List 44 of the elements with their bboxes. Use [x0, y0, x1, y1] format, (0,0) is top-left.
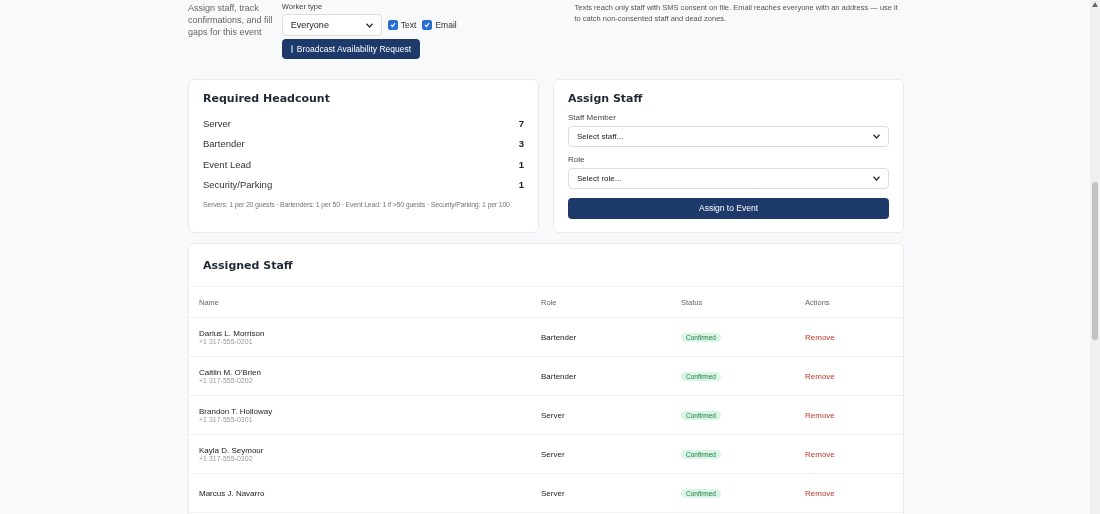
role-label: Bartender [203, 138, 245, 150]
remove-link[interactable]: Remove [805, 449, 835, 459]
remove-link[interactable]: Remove [805, 410, 835, 420]
chevron-down-icon [873, 176, 880, 181]
role-dropdown[interactable]: Select role... [568, 168, 889, 189]
staff-name: Brandon T. Holloway [199, 407, 273, 416]
headcount-value: 3 [518, 138, 524, 150]
broadcast-button[interactable]: Broadcast Availability Request [281, 39, 421, 59]
role-cell: Server [541, 449, 565, 459]
assign-button[interactable]: Assign to Event [568, 197, 889, 219]
chevron-down-icon [873, 134, 880, 139]
role-cell: Bartender [541, 371, 577, 381]
scrollbar[interactable] [1090, 0, 1100, 514]
remove-link[interactable]: Remove [805, 488, 835, 498]
headcount-value: 1 [518, 158, 524, 170]
staff-name: Darius L. Morrison [199, 329, 265, 338]
role-cell: Bartender [541, 332, 577, 342]
staff-name: Marcus J. Navarro [199, 488, 265, 498]
staff-name: Kayla D. Seymour [199, 446, 264, 455]
card-title: Required Headcount [203, 92, 331, 105]
field-label: Role [568, 155, 586, 164]
role-label: Server [203, 117, 231, 129]
remove-link[interactable]: Remove [805, 371, 835, 381]
role-cell: Server [541, 410, 565, 420]
card-title: Assign Staff [568, 92, 644, 105]
staff-name: Caitlin M. O'Brien [199, 368, 261, 377]
role-label: Security/Parking [203, 179, 273, 191]
role-cell: Server [541, 488, 565, 498]
scroll-up-icon[interactable] [1092, 2, 1098, 7]
scrollbar-thumb[interactable] [1092, 182, 1098, 340]
event-description: Assign staff, track confirmations, and fill gaps for this event [188, 2, 274, 39]
channel-checkbox[interactable]: Email [422, 20, 457, 30]
staff-dropdown[interactable]: Select staff... [568, 126, 889, 147]
remove-link[interactable]: Remove [805, 332, 835, 342]
field-label: Staff Member [568, 113, 617, 122]
check-icon [424, 22, 431, 28]
headcount-value: 7 [518, 117, 524, 129]
role-label: Event Lead [203, 158, 252, 170]
channel-checkbox[interactable]: Text [387, 20, 417, 30]
check-icon [389, 22, 396, 28]
worker-type-dropdown[interactable]: Everyone [281, 14, 382, 36]
card-title: Assigned Staff [203, 258, 293, 272]
headcount-value: 1 [518, 179, 524, 191]
chevron-down-icon [365, 22, 373, 28]
